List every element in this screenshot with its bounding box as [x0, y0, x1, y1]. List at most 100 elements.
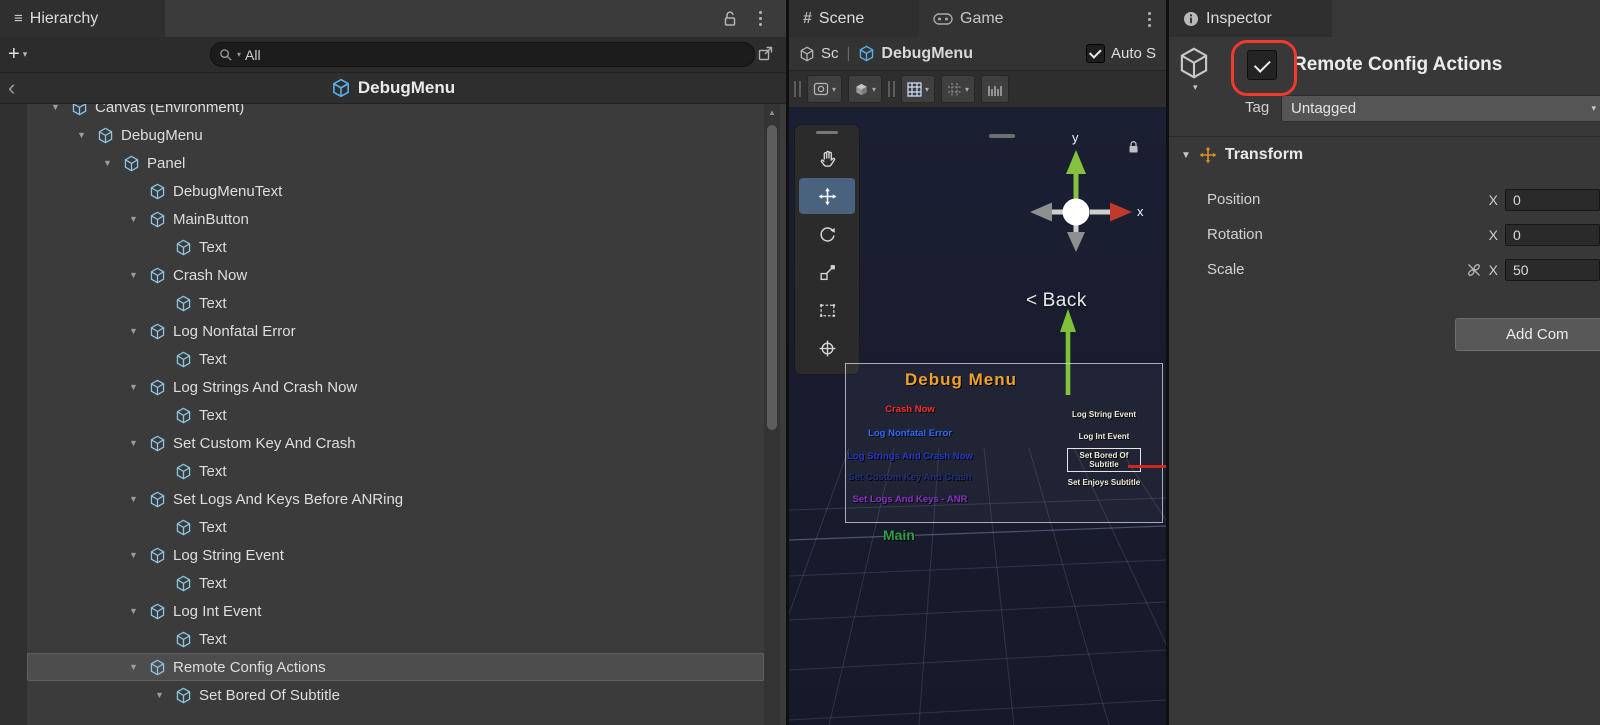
panel-divider[interactable]	[1166, 0, 1169, 725]
toolbar-grip[interactable]	[794, 81, 801, 97]
foldout-expanded-icon[interactable]: ▼	[127, 382, 149, 392]
axis-label: X	[1489, 262, 1498, 278]
snap-settings-dropdown[interactable]: ▾	[941, 75, 975, 103]
search-input[interactable]: ▾ All	[210, 42, 755, 67]
hierarchy-item-text[interactable]: Text	[27, 289, 764, 317]
foldout-expanded-icon[interactable]: ▼	[127, 494, 149, 504]
game-button-set-logs-and-keys-anr[interactable]: Set Logs And Keys - ANR	[846, 494, 974, 505]
gameobject-icon-selector[interactable]	[1177, 46, 1211, 80]
hierarchy-item-log-nonfatal-error[interactable]: ▼Log Nonfatal Error	[27, 317, 764, 345]
prefab-cube-icon	[123, 155, 147, 172]
game-button-log-int-event[interactable]: Log Int Event	[1042, 432, 1166, 441]
game-button-crash-now[interactable]: Crash Now	[846, 404, 974, 415]
hierarchy-item-debugmenutext[interactable]: DebugMenuText	[27, 177, 764, 205]
overlay-drag-handle[interactable]	[816, 131, 838, 134]
game-button-set-custom-key-and-crash[interactable]: Set Custom Key And Crash	[846, 472, 974, 483]
hierarchy-item-text[interactable]: Text	[27, 457, 764, 485]
move-gizmo-x-line[interactable]	[1128, 465, 1166, 468]
foldout-expanded-icon[interactable]: ▼	[127, 270, 149, 280]
auto-save-toggle[interactable]: Auto S	[1086, 44, 1156, 63]
rotate-tool-button[interactable]	[799, 216, 855, 252]
measure-tool-button[interactable]	[981, 75, 1009, 103]
scene-menu-icon[interactable]	[1141, 9, 1157, 29]
hierarchy-item-remote-config-actions[interactable]: ▼Remote Config Actions	[27, 653, 764, 681]
shaded-cube-icon	[854, 82, 869, 97]
link-scale-icon[interactable]	[1466, 262, 1482, 278]
transform-tool-button[interactable]	[799, 330, 855, 366]
game-button-set-enjoys-subtitle[interactable]: Set Enjoys Subtitle	[1042, 478, 1166, 487]
tab-scene[interactable]: # Scene	[789, 0, 919, 37]
scroll-up-icon[interactable]: ▲	[764, 108, 780, 117]
hierarchy-scrollbar[interactable]: ▲	[764, 104, 780, 725]
foldout-expanded-icon[interactable]: ▼	[127, 438, 149, 448]
hierarchy-item-text[interactable]: Text	[27, 625, 764, 653]
game-main-button[interactable]: Main	[883, 527, 915, 543]
foldout-expanded-icon[interactable]: ▼	[127, 606, 149, 616]
popout-window-icon[interactable]	[757, 45, 774, 62]
tab-inspector[interactable]: Inspector	[1169, 0, 1332, 37]
hierarchy-item-text[interactable]: Text	[27, 401, 764, 429]
hierarchy-item-mainbutton[interactable]: ▼MainButton	[27, 205, 764, 233]
foldout-expanded-icon[interactable]: ▼	[153, 690, 175, 700]
hierarchy-item-debugmenu[interactable]: ▼DebugMenu	[27, 121, 764, 149]
create-object-button[interactable]: +▾	[8, 43, 27, 66]
hierarchy-menu-icon[interactable]	[752, 8, 768, 28]
hierarchy-item-label: Canvas (Environment)	[95, 104, 244, 116]
hierarchy-item-panel[interactable]: ▼Panel	[27, 149, 764, 177]
gizmo-lock-icon[interactable]	[1127, 140, 1140, 154]
move-tool-button[interactable]	[799, 178, 855, 214]
hierarchy-item-set-bored-of-subtitle[interactable]: ▼Set Bored Of Subtitle	[27, 681, 764, 709]
foldout-expanded-icon[interactable]: ▼	[127, 662, 149, 672]
foldout-expanded-icon[interactable]: ▼	[127, 550, 149, 560]
hand-tool-button[interactable]	[799, 140, 855, 176]
panel-divider[interactable]	[786, 0, 789, 725]
hierarchy-item-log-strings-and-crash-now[interactable]: ▼Log Strings And Crash Now	[27, 373, 764, 401]
tab-hierarchy[interactable]: ≡ Hierarchy	[0, 0, 165, 37]
toolbar-grip[interactable]	[888, 81, 895, 97]
transform-row-scale: ScaleX50	[1169, 252, 1600, 287]
hierarchy-item-text[interactable]: Text	[27, 345, 764, 373]
gizmo-y-label[interactable]: y	[1072, 130, 1079, 145]
foldout-expanded-icon[interactable]: ▼	[75, 130, 97, 140]
game-button-log-string-event[interactable]: Log String Event	[1042, 410, 1166, 419]
hierarchy-item-canvas-environment[interactable]: ▼ Canvas (Environment)	[27, 104, 764, 121]
gizmo-x-label[interactable]: x	[1137, 204, 1144, 219]
foldout-expanded-icon[interactable]: ▼	[127, 214, 149, 224]
foldout-expanded-icon[interactable]: ▼	[49, 104, 71, 112]
hierarchy-item-log-string-event[interactable]: ▼Log String Event	[27, 541, 764, 569]
section-divider	[1169, 136, 1600, 137]
hierarchy-item-text[interactable]: Text	[27, 233, 764, 261]
chevron-down-icon[interactable]: ▾	[1193, 82, 1198, 93]
scale-x-field[interactable]: 50	[1505, 259, 1600, 281]
transform-component-header[interactable]: ▼ Transform	[1169, 138, 1600, 172]
game-button-log-strings-and-crash-now[interactable]: Log Strings And Crash Now	[846, 451, 974, 462]
breadcrumb-root-label[interactable]: Sc	[821, 45, 839, 62]
add-component-button[interactable]: Add Com	[1455, 318, 1600, 351]
hierarchy-item-text[interactable]: Text	[27, 569, 764, 597]
game-button-set-bored-of-subtitle[interactable]: Set Bored Of Subtitle	[1042, 448, 1166, 472]
scene-viewport[interactable]: y x <Back Debug Menu Crash NowLog Nonfat…	[789, 108, 1166, 725]
position-x-field[interactable]: 0	[1505, 189, 1600, 211]
foldout-expanded-icon[interactable]: ▼	[101, 158, 123, 168]
camera-view-dropdown[interactable]: ▾	[807, 75, 842, 103]
lock-icon[interactable]	[722, 10, 738, 27]
unity-scene-icon	[799, 46, 815, 62]
hierarchy-item-crash-now[interactable]: ▼Crash Now	[27, 261, 764, 289]
breadcrumb-current-label[interactable]: DebugMenu	[881, 45, 973, 63]
grid-visibility-dropdown[interactable]: ▾	[901, 75, 935, 103]
hierarchy-item-set-logs-and-keys-before-anring[interactable]: ▼Set Logs And Keys Before ANRing	[27, 485, 764, 513]
scale-tool-button[interactable]	[799, 254, 855, 290]
hierarchy-item-log-int-event[interactable]: ▼Log Int Event	[27, 597, 764, 625]
rotation-x-field[interactable]: 0	[1505, 224, 1600, 246]
tab-game[interactable]: Game	[919, 0, 1018, 37]
hierarchy-item-set-custom-key-and-crash[interactable]: ▼Set Custom Key And Crash	[27, 429, 764, 457]
tag-dropdown[interactable]: Untagged ▾	[1281, 95, 1600, 122]
foldout-expanded-icon[interactable]: ▼	[127, 326, 149, 336]
game-button-log-nonfatal-error[interactable]: Log Nonfatal Error	[846, 428, 974, 439]
rect-tool-button[interactable]	[799, 292, 855, 328]
scrollbar-thumb[interactable]	[767, 125, 777, 430]
foldout-expanded-icon[interactable]: ▼	[1179, 150, 1191, 161]
shading-mode-dropdown[interactable]: ▾	[848, 75, 882, 103]
back-chevron-icon[interactable]: ‹	[8, 75, 15, 101]
hierarchy-item-text[interactable]: Text	[27, 513, 764, 541]
